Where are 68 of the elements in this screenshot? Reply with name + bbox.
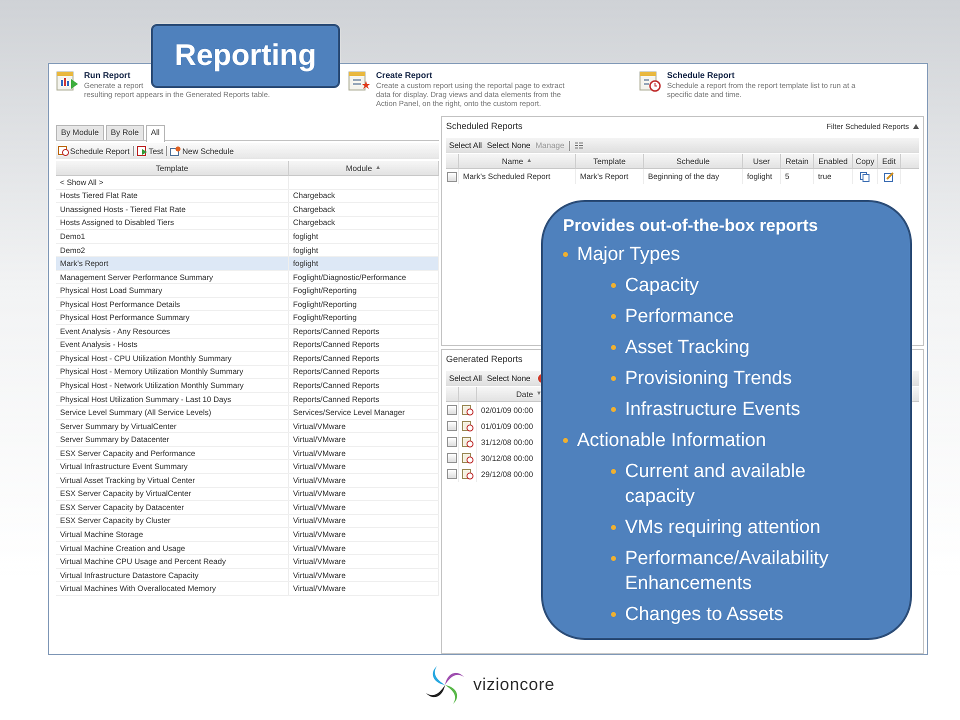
bullet-text: Actionable Information: [577, 429, 766, 453]
column-header[interactable]: Enabled: [814, 154, 853, 168]
bullet-text: Capacity: [625, 274, 699, 298]
column-header[interactable]: Edit: [878, 154, 901, 168]
bullet-text: Asset Tracking: [625, 336, 750, 360]
report-clock-icon: [462, 436, 474, 448]
bullet-icon: [611, 376, 616, 381]
bullet-icon: [611, 612, 616, 617]
checkbox[interactable]: [447, 453, 457, 463]
document-play-icon: [136, 146, 148, 156]
bullet-icon: [611, 407, 616, 412]
bullet-icon: [611, 556, 616, 561]
bullet-icon: [611, 314, 616, 319]
toolbar-button[interactable]: Schedule Report: [58, 146, 130, 156]
toolbar-button[interactable]: New Schedule: [170, 146, 234, 156]
edit-icon[interactable]: [884, 172, 894, 182]
bullet-text: Major Types: [577, 243, 680, 267]
panel-title: Scheduled Reports: [446, 121, 523, 131]
column-header[interactable]: Schedule: [644, 154, 743, 168]
bullet-icon: [563, 438, 568, 443]
toolbar-button[interactable]: Select None: [486, 374, 530, 383]
bullet-text: Performance/Availability Enhancements: [625, 547, 828, 596]
report-star-icon[interactable]: [348, 70, 371, 92]
bullet-text: Infrastructure Events: [625, 398, 800, 422]
column-header[interactable]: Template: [576, 154, 644, 168]
panel-title: Generated Reports: [446, 354, 523, 364]
bullet-icon: [611, 525, 616, 530]
column-header[interactable]: User: [743, 154, 781, 168]
checkbox[interactable]: [447, 172, 457, 182]
bullet-text: Performance: [625, 305, 734, 329]
action-title[interactable]: Create Report: [376, 70, 432, 80]
report-clock-icon: [462, 452, 474, 464]
logo-text: vizioncore: [473, 675, 555, 695]
bullet-icon: [611, 469, 616, 474]
report-chart-icon[interactable]: [56, 70, 79, 92]
collapse-icon[interactable]: [913, 124, 919, 128]
bullet-icon: [563, 252, 568, 257]
tab[interactable]: By Role: [106, 125, 144, 140]
column-header[interactable]: Template: [56, 161, 289, 175]
toolbar-button[interactable]: Select All: [449, 374, 482, 383]
checkbox[interactable]: [447, 421, 457, 431]
checkbox[interactable]: [447, 405, 457, 415]
toolbar-button[interactable]: Select All: [449, 141, 482, 150]
toolbar-button[interactable]: Test: [136, 146, 164, 156]
checkbox[interactable]: [447, 469, 457, 479]
report-clock-icon: [462, 468, 474, 480]
action-title[interactable]: Schedule Report: [667, 70, 735, 80]
tab[interactable]: By Module: [56, 125, 104, 140]
bullet-text: VMs requiring attention: [625, 516, 820, 540]
report-clock-icon[interactable]: [639, 70, 662, 92]
bullet-text: Changes to Assets: [625, 603, 784, 627]
bullet-text: Provisioning Trends: [625, 367, 792, 391]
toolbar-button[interactable]: Select None: [486, 141, 530, 150]
report-clock-icon: [462, 404, 474, 416]
bullet-icon: [611, 283, 616, 288]
copy-icon[interactable]: [860, 172, 870, 182]
action-title[interactable]: Run Report: [84, 70, 130, 80]
column-header[interactable]: Copy: [853, 154, 878, 168]
checkbox[interactable]: [447, 437, 457, 447]
bullet-text: Current and available capacity: [625, 460, 807, 509]
slide-title: Reporting: [151, 24, 340, 88]
report-clock-icon: [462, 420, 474, 432]
column-header[interactable]: Retain: [781, 154, 814, 168]
callout-heading: Provides out-of-the-box reports: [563, 216, 818, 236]
columns-icon[interactable]: [575, 142, 584, 149]
calendar-clock-icon: [58, 146, 69, 156]
tab[interactable]: All: [146, 125, 165, 142]
bullet-icon: [611, 345, 616, 350]
